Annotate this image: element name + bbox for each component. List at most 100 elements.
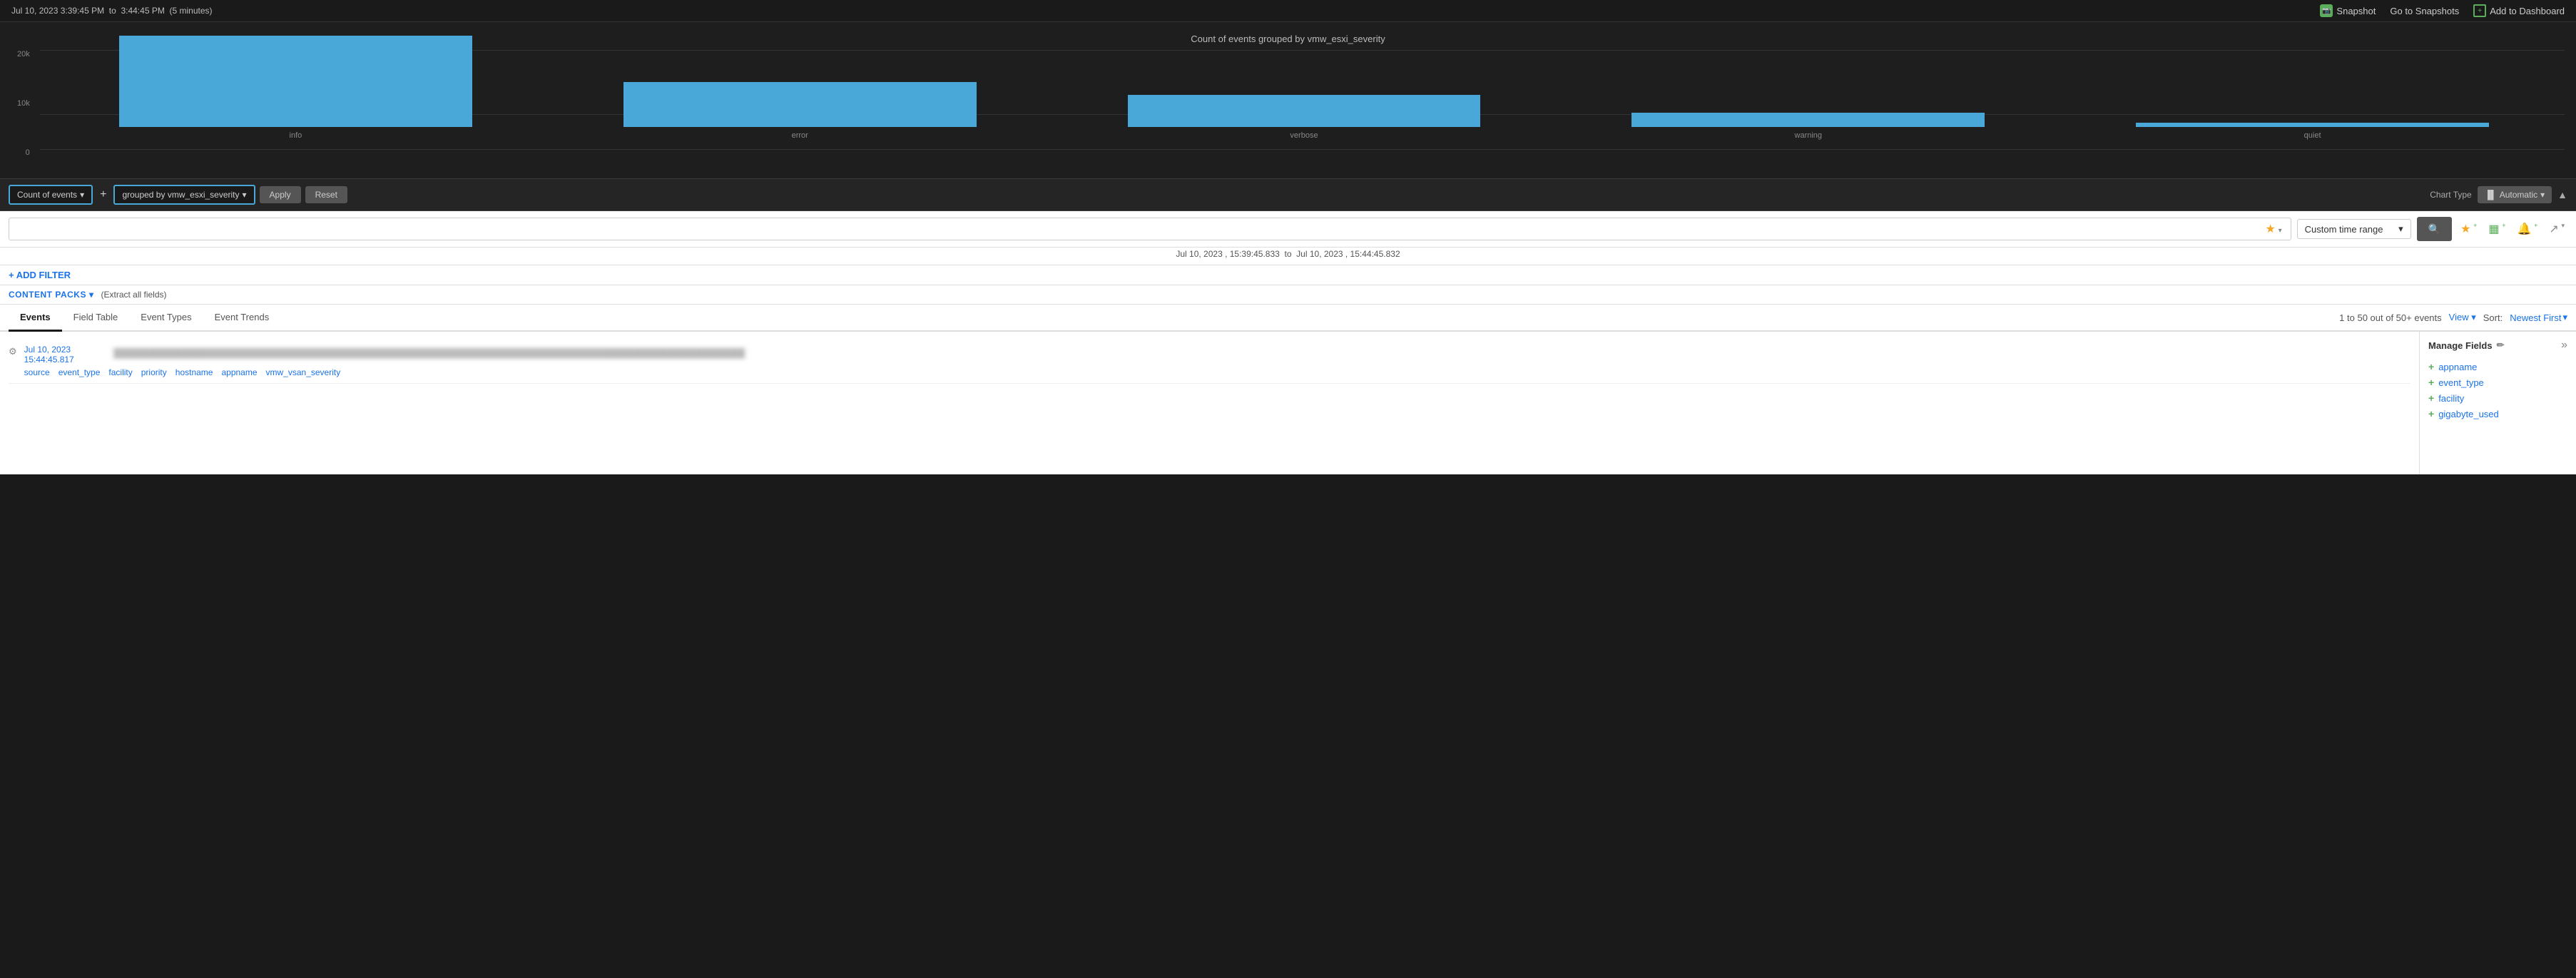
content-packs-caret: ▾: [89, 290, 94, 300]
go-to-snapshots-button[interactable]: Go to Snapshots: [2390, 6, 2459, 16]
field-item-gigabyte-used[interactable]: + gigabyte_used: [2428, 406, 2567, 422]
bar-group-warning[interactable]: warning: [1556, 113, 2060, 140]
search-button[interactable]: 🔍: [2417, 217, 2452, 241]
collapse-panel-button[interactable]: »: [2561, 339, 2567, 352]
chart-type-label: Chart Type: [2430, 190, 2471, 200]
view-caret: ▾: [2471, 312, 2476, 322]
field-item-event-type[interactable]: + event_type: [2428, 375, 2567, 390]
apply-button[interactable]: Apply: [260, 186, 301, 203]
field-item-appname[interactable]: + appname: [2428, 359, 2567, 375]
event-field-source[interactable]: source: [24, 367, 50, 377]
event-gear-icon[interactable]: ⚙: [9, 346, 17, 357]
extract-fields-text: (Extract all fields): [101, 290, 166, 300]
field-label-event-type: event_type: [2438, 377, 2484, 388]
tabs-left: Events Field Table Event Types Event Tre…: [9, 305, 280, 330]
search-icon: 🔍: [2428, 223, 2440, 235]
time-range-detail-row: Jul 10, 2023 , 15:39:45.833 to Jul 10, 2…: [0, 248, 2576, 265]
tab-field-table[interactable]: Field Table: [62, 305, 130, 332]
tab-event-trends[interactable]: Event Trends: [203, 305, 281, 332]
time-duration: (5 minutes): [170, 6, 213, 16]
event-field-hostname[interactable]: hostname: [175, 367, 213, 377]
view-button[interactable]: View ▾: [2449, 312, 2476, 323]
bar-chart-icon: ▐▌: [2485, 190, 2497, 200]
event-field-appname[interactable]: appname: [221, 367, 257, 377]
bar-group-quiet[interactable]: quiet: [2060, 123, 2565, 140]
chart-container: Count of events grouped by vmw_esxi_seve…: [0, 22, 2576, 178]
main-content: ⚙ Jul 10, 2023 15:44:45.817 ████████████…: [0, 332, 2576, 474]
tabs-right: 1 to 50 out of 50+ events View ▾ Sort: N…: [2339, 312, 2567, 323]
chart-type-value: Automatic: [2500, 190, 2537, 200]
bar-error[interactable]: [623, 82, 977, 127]
query-controls: Count of events ▾ + grouped by vmw_esxi_…: [9, 185, 2567, 205]
event-field-event-type[interactable]: event_type: [58, 367, 101, 377]
count-of-events-button[interactable]: Count of events ▾: [9, 185, 93, 205]
time-range-dropdown[interactable]: Custom time range ▾: [2297, 219, 2411, 239]
add-metric-button[interactable]: +: [97, 188, 109, 201]
reset-button[interactable]: Reset: [305, 186, 347, 203]
collapse-chart-button[interactable]: ▲: [2557, 189, 2567, 200]
group-by-button[interactable]: grouped by vmw_esxi_severity ▾: [113, 185, 255, 205]
field-plus-icon: +: [2428, 361, 2434, 372]
tab-event-types[interactable]: Event Types: [129, 305, 203, 332]
add-to-dashboard-label: Add to Dashboard: [2490, 6, 2565, 16]
event-body: Jul 10, 2023 15:44:45.817 ██████████████…: [24, 345, 2410, 377]
favorite-star-button[interactable]: ★ ▾: [2263, 222, 2285, 236]
chart-type-button[interactable]: ▐▌ Automatic ▾: [2478, 186, 2552, 203]
event-field-facility[interactable]: facility: [108, 367, 132, 377]
manage-fields-panel: Manage Fields ✏ » + appname + event_type…: [2419, 332, 2576, 474]
bar-group-error[interactable]: error: [548, 82, 1052, 140]
add-widget-icon: ▦: [2488, 223, 2499, 235]
share-badge: ▾: [2561, 222, 2565, 229]
field-item-facility[interactable]: + facility: [2428, 390, 2567, 406]
search-section: ★ ▾ Custom time range ▾ 🔍 ★ + ▦ + 🔔 + ↗ …: [0, 211, 2576, 248]
event-field-priority[interactable]: priority: [141, 367, 167, 377]
top-bar: Jul 10, 2023 3:39:45 PM to 3:44:45 PM (5…: [0, 0, 2576, 22]
event-text: ████████████████████████████████████████…: [111, 347, 748, 360]
event-list: ⚙ Jul 10, 2023 15:44:45.817 ████████████…: [0, 332, 2419, 474]
content-packs-button[interactable]: CONTENT PACKS ▾: [9, 290, 93, 300]
field-label-gigabyte-used: gigabyte_used: [2438, 409, 2499, 419]
edit-fields-icon[interactable]: ✏: [2497, 340, 2505, 351]
snapshot-label: Snapshot: [2336, 6, 2376, 16]
add-to-dashboard-button[interactable]: + Add to Dashboard: [2473, 4, 2565, 17]
time-range-caret: ▾: [2398, 223, 2403, 235]
tab-events[interactable]: Events: [9, 305, 62, 332]
go-to-snapshots-label: Go to Snapshots: [2390, 6, 2459, 16]
time-range-label: Custom time range: [2305, 224, 2383, 235]
add-widget-button[interactable]: ▦ +: [2485, 219, 2508, 239]
bar-verbose[interactable]: [1128, 95, 1481, 127]
time-from-detail: Jul 10, 2023 , 15:39:45.833: [1176, 249, 1279, 259]
search-input[interactable]: [15, 224, 2263, 235]
add-to-favorites-button[interactable]: ★ +: [2458, 219, 2480, 239]
bar-quiet[interactable]: [2136, 123, 2489, 127]
chart-type-caret: ▾: [2540, 190, 2545, 200]
field-label-facility: facility: [2438, 393, 2464, 404]
alert-button[interactable]: 🔔 +: [2514, 219, 2540, 239]
bar-info[interactable]: [119, 36, 472, 127]
manage-fields-header: Manage Fields ✏ »: [2428, 339, 2567, 352]
manage-fields-title: Manage Fields ✏: [2428, 340, 2504, 351]
group-label: grouped by vmw_esxi_severity: [122, 190, 239, 200]
bar-label-quiet: quiet: [2304, 131, 2321, 140]
sort-caret: ▾: [2562, 312, 2567, 323]
chart-area: 20k 10k 0 info error verbose: [11, 50, 2565, 178]
table-row: ⚙ Jul 10, 2023 15:44:45.817 ████████████…: [9, 339, 2410, 384]
bar-label-error: error: [792, 131, 808, 140]
bar-warning[interactable]: [1631, 113, 1985, 127]
bar-group-verbose[interactable]: verbose: [1052, 95, 1557, 140]
count-caret: ▾: [80, 190, 84, 200]
add-filter-button[interactable]: + ADD FILTER: [9, 270, 71, 280]
time-start: Jul 10, 2023 3:39:45 PM: [11, 6, 104, 16]
time-to-detail: Jul 10, 2023 , 15:44:45.832: [1296, 249, 1400, 259]
bar-group-info[interactable]: info: [44, 36, 548, 140]
snapshot-button[interactable]: 📷 Snapshot: [2320, 4, 2376, 17]
event-field-vmw-vsan-severity[interactable]: vmw_vsan_severity: [266, 367, 341, 377]
bar-label-verbose: verbose: [1290, 131, 1318, 140]
field-plus-icon-2: +: [2428, 377, 2434, 388]
star-caret: ▾: [2279, 227, 2282, 235]
filter-bar: + ADD FILTER: [0, 265, 2576, 285]
share-button[interactable]: ↗ ▾: [2546, 219, 2567, 239]
content-packs-bar: CONTENT PACKS ▾ (Extract all fields): [0, 285, 2576, 305]
results-count: 1 to 50 out of 50+ events: [2339, 312, 2441, 323]
sort-button[interactable]: Newest First ▾: [2510, 312, 2567, 323]
